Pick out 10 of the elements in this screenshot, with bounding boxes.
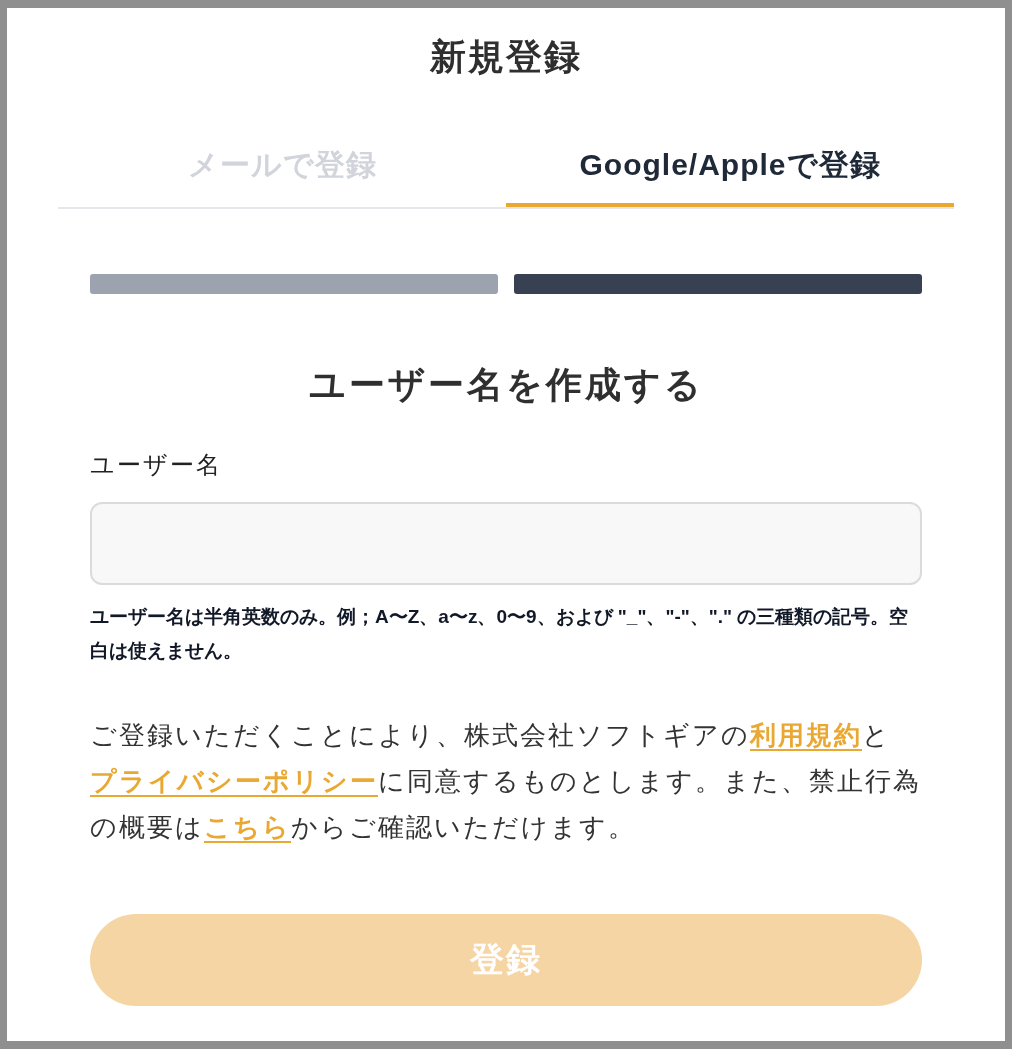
tab[interactable]: Google/Appleで登録 xyxy=(506,122,954,207)
section-heading: ユーザー名を作成する xyxy=(307,363,705,407)
terms-link[interactable]: プライバシーポリシー xyxy=(90,766,378,796)
field-label: ユーザー名 xyxy=(90,450,223,480)
hint-text: ユーザー名は半角英数のみ。例；A〜Z、a〜z、0〜9、および "_"、"-"、"." の三種類の記号。空白は使えません。 xyxy=(90,605,910,663)
terms-link[interactable]: こちら xyxy=(204,812,291,842)
terms-text: ご登録いただくことにより、株式会社ソフトギアの利用規約 と プライバシーポリシー に同意するものとします。また、禁止行為の概要は こちら からご確認いただけます。 xyxy=(90,719,922,844)
input-field[interactable] xyxy=(90,502,922,585)
page-title: 新規登録 xyxy=(430,35,582,79)
terms-link[interactable]: 利用規約 xyxy=(750,720,862,750)
